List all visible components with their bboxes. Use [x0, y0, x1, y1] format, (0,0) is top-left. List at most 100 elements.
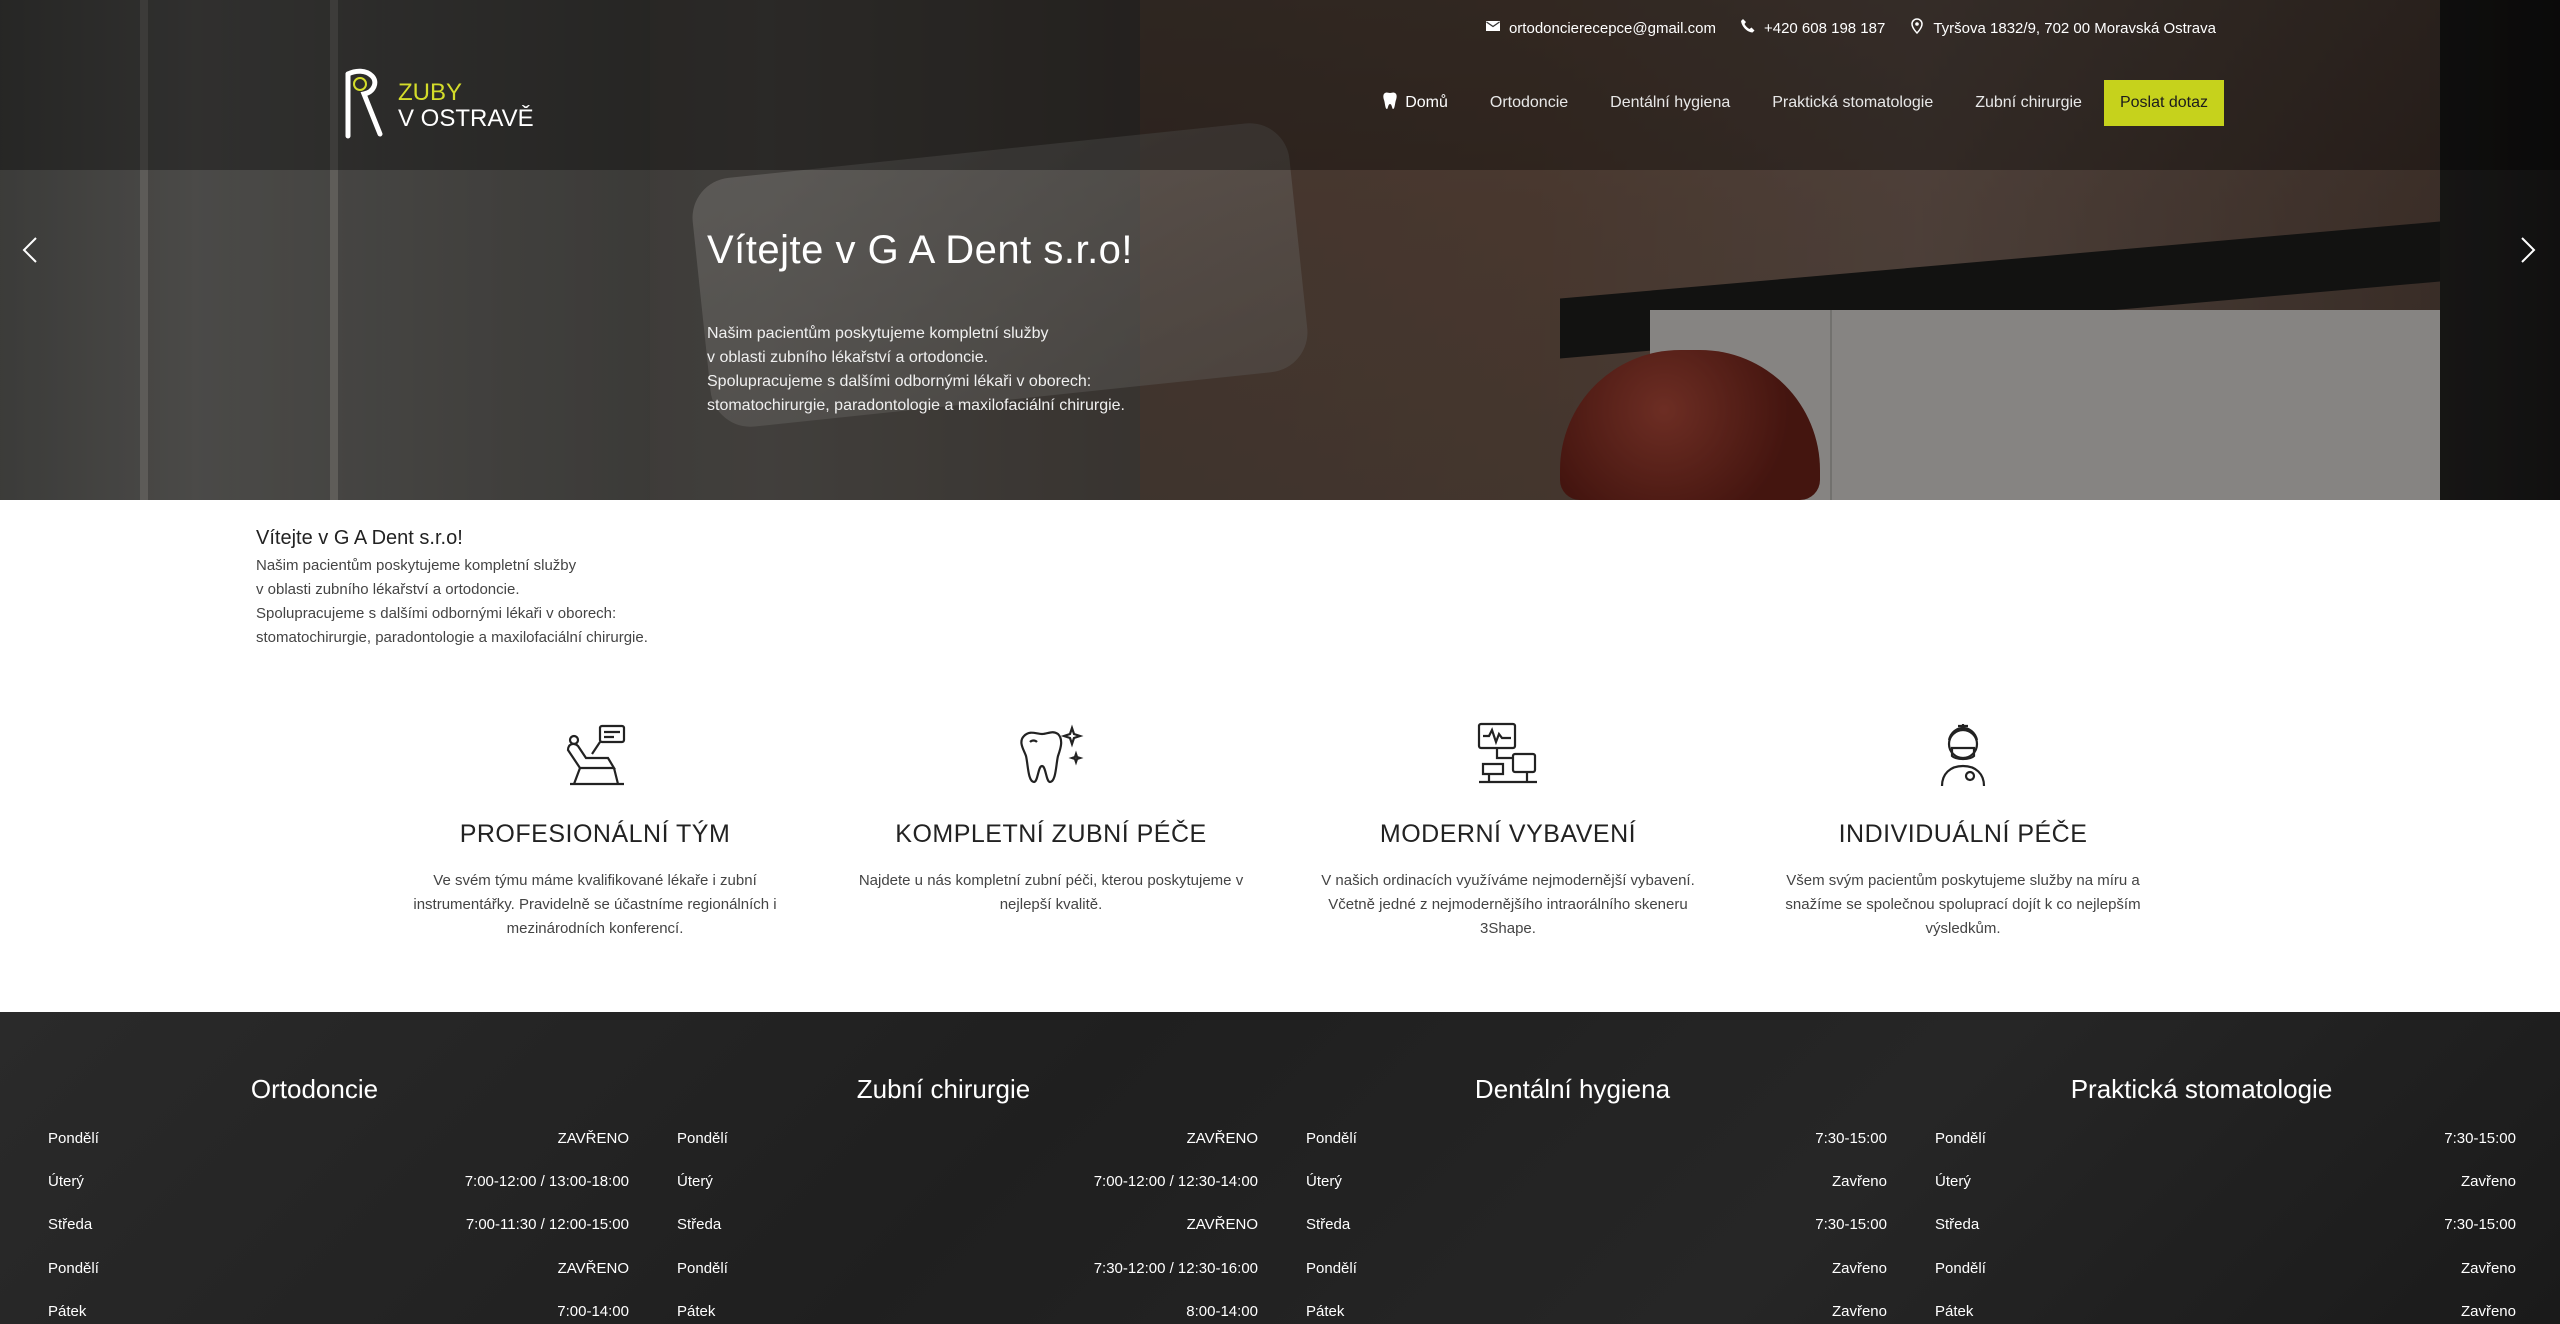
hero-text-line: Našim pacientům poskytujeme kompletní sl…	[707, 325, 1049, 342]
nav-item-ortodoncie[interactable]: Ortodoncie	[1490, 94, 1568, 112]
hours-day: Pátek	[48, 1303, 87, 1320]
hours-value: ZAVŘENO	[1186, 1216, 1258, 1233]
feature-text: Ve svém týmu máme kvalifikované lékaře i…	[413, 872, 777, 937]
hours-column-title: Ortodoncie	[250, 1074, 379, 1104]
hours-day: Pondělí	[48, 1260, 99, 1277]
nav-item-zubni-chirurgie[interactable]: Zubní chirurgie	[1975, 94, 2082, 112]
chevron-left-icon	[22, 237, 37, 263]
hours-row: Pátek 7:00-14:00	[0, 1303, 629, 1324]
logo-line-2: V OSTRAVĚ	[398, 105, 534, 132]
contact-phone[interactable]: +420 608 198 187	[1740, 18, 1885, 38]
phone-icon	[1740, 18, 1756, 38]
hours-value: 7:00-12:00 / 12:30-14:00	[1093, 1173, 1258, 1190]
hours-column-title: Dentální hygiena	[1474, 1074, 1671, 1104]
sparkling-tooth-icon	[1016, 720, 1086, 790]
site-header: ortodoncierecepce@gmail.com +420 608 198…	[0, 0, 2560, 170]
hours-row: Pondělí 7:30-12:00 / 12:30-16:00	[629, 1260, 1258, 1303]
nav-item-prakticka-stomatologie[interactable]: Praktická stomatologie	[1772, 94, 1933, 112]
hours-day: Pondělí	[677, 1260, 728, 1277]
hours-value: 8:00-14:00	[1186, 1303, 1258, 1320]
hours-row: Úterý Zavřeno	[1258, 1173, 1887, 1216]
feature-title: KOMPLETNÍ ZUBNÍ PÉČE	[895, 820, 1207, 848]
hours-row: Pondělí ZAVŘENO	[0, 1260, 629, 1303]
hours-row: Pátek 8:00-14:00	[629, 1303, 1258, 1324]
feature-title: INDIVIDUÁLNÍ PÉČE	[1838, 820, 2088, 848]
intro-text-line: stomatochirurgie, paradontologie a maxil…	[256, 629, 648, 646]
dentist-icon	[1928, 720, 1998, 790]
hours-day: Pátek	[1306, 1303, 1345, 1320]
feature-card: PROFESIONÁLNÍ TÝM Ve svém týmu máme kval…	[385, 720, 805, 941]
slider-next-button[interactable]	[2512, 232, 2542, 268]
hours-row: Středa 7:30-15:00	[1258, 1216, 1887, 1259]
hours-day: Středa	[1935, 1216, 1980, 1233]
contact-email[interactable]: ortodoncierecepce@gmail.com	[1485, 18, 1716, 38]
hours-value: 7:00-14:00	[557, 1303, 629, 1320]
chevron-right-icon	[2521, 237, 2536, 263]
hours-column-title: Praktická stomatologie	[2070, 1074, 2333, 1104]
hours-row: Pondělí Zavřeno	[1258, 1260, 1887, 1303]
site-logo[interactable]: ZUBY V OSTRAVĚ	[338, 68, 534, 142]
dental-equipment-icon	[1473, 720, 1543, 790]
hours-day: Pondělí	[1935, 1130, 1986, 1147]
contact-bar: ortodoncierecepce@gmail.com +420 608 198…	[1485, 18, 2216, 38]
hours-day: Pondělí	[1935, 1260, 1986, 1277]
hours-value: 7:30-12:00 / 12:30-16:00	[1093, 1260, 1258, 1277]
hours-value: Zavřeno	[1831, 1303, 1887, 1320]
hero-text-line: Spolupracujeme s dalšími odbornými lékař…	[707, 373, 1092, 390]
hero-text: Našim pacientům poskytujeme kompletní sl…	[707, 322, 1187, 418]
hours-row: Úterý 7:00-12:00 / 12:30-14:00	[629, 1173, 1258, 1216]
hours-day: Úterý	[677, 1173, 713, 1190]
hours-day: Pátek	[677, 1303, 716, 1320]
intro-text-line: Našim pacientům poskytujeme kompletní sl…	[256, 557, 577, 574]
hours-row: Pondělí 7:30-15:00	[1258, 1130, 1887, 1173]
nav-item-label: Domů	[1405, 94, 1448, 111]
feature-text: Najdete u nás kompletní zubní péči, kter…	[858, 872, 1244, 913]
intro-text-line: v oblasti zubního lékařství a ortodoncie…	[256, 581, 520, 598]
hours-row: Pondělí 7:30-15:00	[1887, 1130, 2516, 1173]
hours-value: ZAVŘENO	[557, 1260, 629, 1277]
hours-value: 7:30-15:00	[2444, 1216, 2516, 1233]
hours-day: Středa	[677, 1216, 722, 1233]
logo-line-1: ZUBY	[398, 79, 463, 106]
hours-day: Úterý	[1306, 1173, 1342, 1190]
slider-prev-button[interactable]	[16, 232, 46, 268]
hours-value: 7:00-12:00 / 13:00-18:00	[464, 1173, 629, 1190]
hours-row: Středa 7:30-15:00	[1887, 1216, 2516, 1259]
hours-value: Zavřeno	[2460, 1173, 2516, 1190]
hours-column-title: Zubní chirurgie	[856, 1074, 1031, 1104]
opening-hours-footer: Ortodoncie Pondělí ZAVŘENO Úterý 7:00-12:0…	[0, 1012, 2560, 1324]
intro-text-line: Spolupracujeme s dalšími odbornými lékař…	[256, 605, 617, 622]
hours-day: Pondělí	[1306, 1130, 1357, 1147]
nav-item-home[interactable]: Domů	[1382, 92, 1448, 115]
contact-email-text: ortodoncierecepce@gmail.com	[1508, 19, 1716, 37]
hero-text-line: stomatochirurgie, paradontologie a maxil…	[707, 397, 1125, 414]
hours-row: Úterý 7:00-12:00 / 13:00-18:00	[0, 1173, 629, 1216]
envelope-icon	[1485, 18, 1501, 38]
hours-value: 7:30-15:00	[1815, 1216, 1887, 1233]
hours-value: 7:30-15:00	[2444, 1130, 2516, 1147]
feature-text: Všem svým pacientům poskytujeme služby n…	[1785, 872, 2141, 937]
hours-row: Pátek Zavřeno	[1887, 1303, 2516, 1324]
hours-row: Úterý Zavřeno	[1887, 1173, 2516, 1216]
feature-title: PROFESIONÁLNÍ TÝM	[459, 820, 731, 848]
nav-item-dentalni-hygiena[interactable]: Dentální hygiena	[1610, 94, 1730, 112]
hours-row: Pondělí ZAVŘENO	[629, 1130, 1258, 1173]
tooth-icon	[1382, 92, 1398, 115]
logo-tooth-mark-icon	[345, 68, 383, 139]
hours-day: Pondělí	[1306, 1260, 1357, 1277]
intro-section: Vítejte v G A Dent s.r.o! Našim pacientů…	[256, 527, 756, 650]
contact-address-text: Tyršova 1832/9, 702 00 Moravská Ostrava	[1933, 19, 2216, 37]
hours-value: Zavřeno	[2460, 1303, 2516, 1320]
hours-value: Zavřeno	[1831, 1260, 1887, 1277]
hours-row: Pondělí Zavřeno	[1887, 1260, 2516, 1303]
hours-row: Pátek Zavřeno	[1258, 1303, 1887, 1324]
hours-row: Středa ZAVŘENO	[629, 1216, 1258, 1259]
contact-address[interactable]: Tyršova 1832/9, 702 00 Moravská Ostrava	[1909, 18, 2216, 38]
feature-card: KOMPLETNÍ ZUBNÍ PÉČE Najdete u nás kompl…	[841, 720, 1261, 917]
feature-text: V našich ordinacích využíváme nejmoderně…	[1321, 872, 1695, 937]
send-inquiry-button[interactable]: Poslat dotaz	[2103, 80, 2224, 126]
hours-day: Pondělí	[677, 1130, 728, 1147]
hours-day: Úterý	[48, 1173, 84, 1190]
hours-value: ZAVŘENO	[1186, 1130, 1258, 1147]
hours-value: ZAVŘENO	[557, 1130, 629, 1147]
